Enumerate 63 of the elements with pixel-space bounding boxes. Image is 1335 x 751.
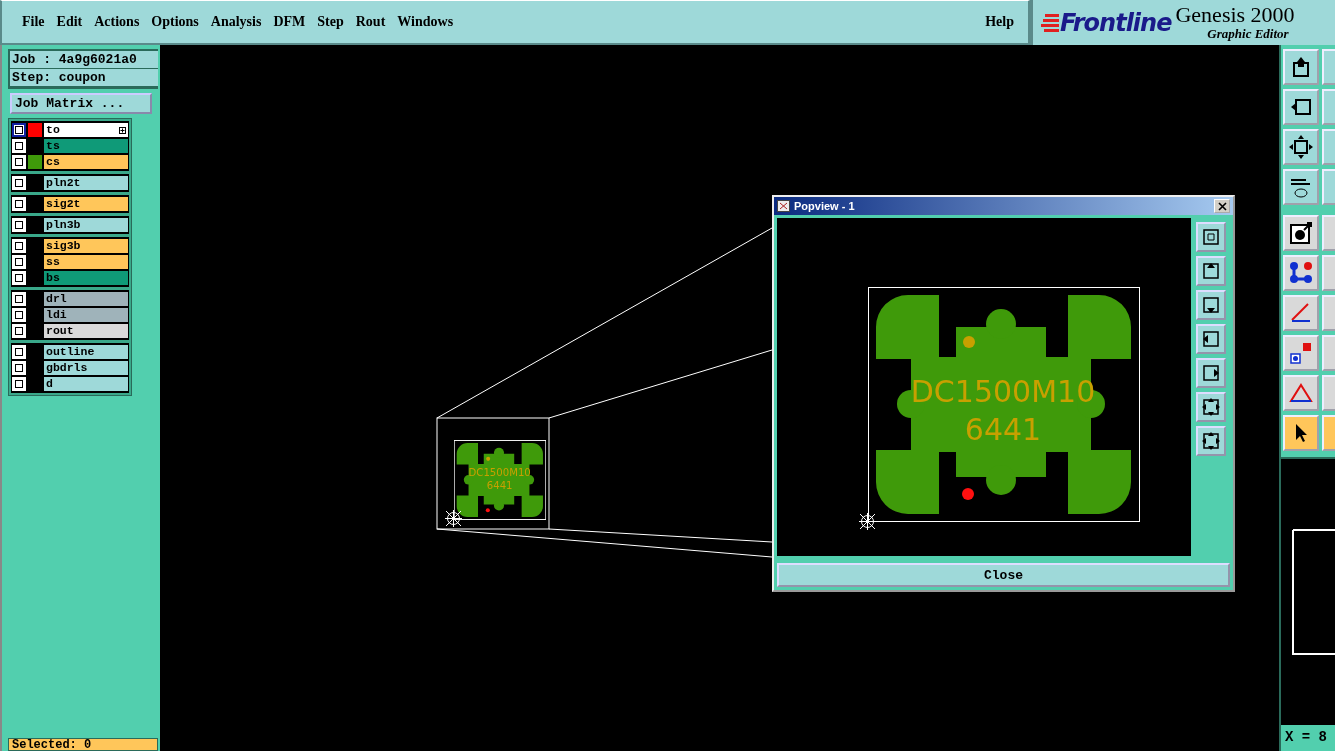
view-tool-button[interactable] — [1195, 324, 1226, 354]
menu-item[interactable]: Windows — [397, 14, 454, 30]
window-icon — [777, 200, 790, 212]
tool-button[interactable] — [1283, 215, 1319, 251]
layer-name[interactable]: ldi — [44, 308, 128, 322]
tool-button[interactable] — [1283, 375, 1319, 411]
layer-name[interactable]: to — [44, 123, 128, 137]
menu-item[interactable]: Edit — [56, 14, 83, 30]
expand-icon — [119, 126, 126, 134]
fit-tool-icon — [1288, 134, 1314, 160]
nodes-tool-icon — [1288, 260, 1314, 286]
menu-item[interactable]: DFM — [273, 14, 306, 30]
tool-button[interactable] — [1283, 89, 1319, 125]
tool-button[interactable] — [1283, 129, 1319, 165]
pad-tool-icon — [1288, 220, 1314, 246]
layer-name[interactable]: bs — [44, 271, 128, 285]
layer-name[interactable]: cs — [44, 155, 128, 169]
menu-item[interactable]: Analysis — [210, 14, 262, 30]
menu-item[interactable]: File — [22, 14, 45, 30]
layer-name[interactable]: drl — [44, 292, 128, 306]
menu-item[interactable]: Options — [151, 14, 199, 30]
layer-name[interactable]: gbdrls — [44, 361, 128, 375]
copy-icon — [1200, 227, 1221, 247]
view-tool-button[interactable] — [1195, 290, 1226, 320]
tool-button[interactable] — [1283, 295, 1319, 331]
view-tool-button[interactable] — [1195, 256, 1226, 286]
layer-name[interactable]: ss — [44, 255, 128, 269]
view-tool-button[interactable] — [1195, 392, 1226, 422]
menu-item[interactable]: Actions — [94, 14, 140, 30]
fit-view-icon — [1200, 397, 1221, 417]
view-tool-button[interactable] — [1195, 426, 1226, 456]
view-tool-button[interactable] — [1195, 222, 1226, 252]
origin-target-icon — [859, 513, 876, 530]
layer-name[interactable]: sig3b — [44, 239, 128, 253]
close-button[interactable]: Close — [777, 563, 1230, 587]
layer-name[interactable]: sig2t — [44, 197, 128, 211]
view-tool-button[interactable] — [1195, 358, 1226, 388]
layer-checkbox[interactable] — [12, 123, 26, 137]
layer-name[interactable]: pln2t — [44, 176, 128, 190]
tool-button[interactable] — [1283, 49, 1319, 85]
status-label: Selected: 0 — [8, 738, 158, 751]
tool-button[interactable] — [1283, 255, 1319, 291]
menu-item[interactable]: Step — [317, 14, 344, 30]
menu-item[interactable]: Rout — [355, 14, 386, 30]
origin-target-icon — [445, 510, 462, 527]
product-title: Genesis 2000 — [1175, 3, 1295, 26]
board-drawing: DC1500M10 6441 — [868, 287, 1140, 522]
job-matrix-button[interactable]: Job Matrix ... — [10, 93, 152, 114]
close-icon[interactable] — [1214, 199, 1230, 213]
tool-button[interactable] — [1283, 169, 1319, 205]
squares-tool-icon — [1288, 340, 1314, 366]
tool-button[interactable] — [1283, 415, 1319, 451]
window-title: Popview - 1 — [794, 200, 855, 212]
menu-item[interactable]: Help — [985, 14, 1014, 30]
brand-logo: Frontline — [1060, 8, 1172, 37]
speed-stripes-icon — [1041, 12, 1059, 33]
product-subtitle: Graphic Editor — [1207, 25, 1289, 42]
layer-name[interactable]: d — [44, 377, 128, 391]
layer-name[interactable]: rout — [44, 324, 128, 338]
pan-icon — [1200, 431, 1221, 451]
layer-name[interactable]: outline — [44, 345, 128, 359]
layer-name[interactable]: pln3b — [44, 218, 128, 232]
layer-name[interactable]: ts — [44, 139, 128, 153]
